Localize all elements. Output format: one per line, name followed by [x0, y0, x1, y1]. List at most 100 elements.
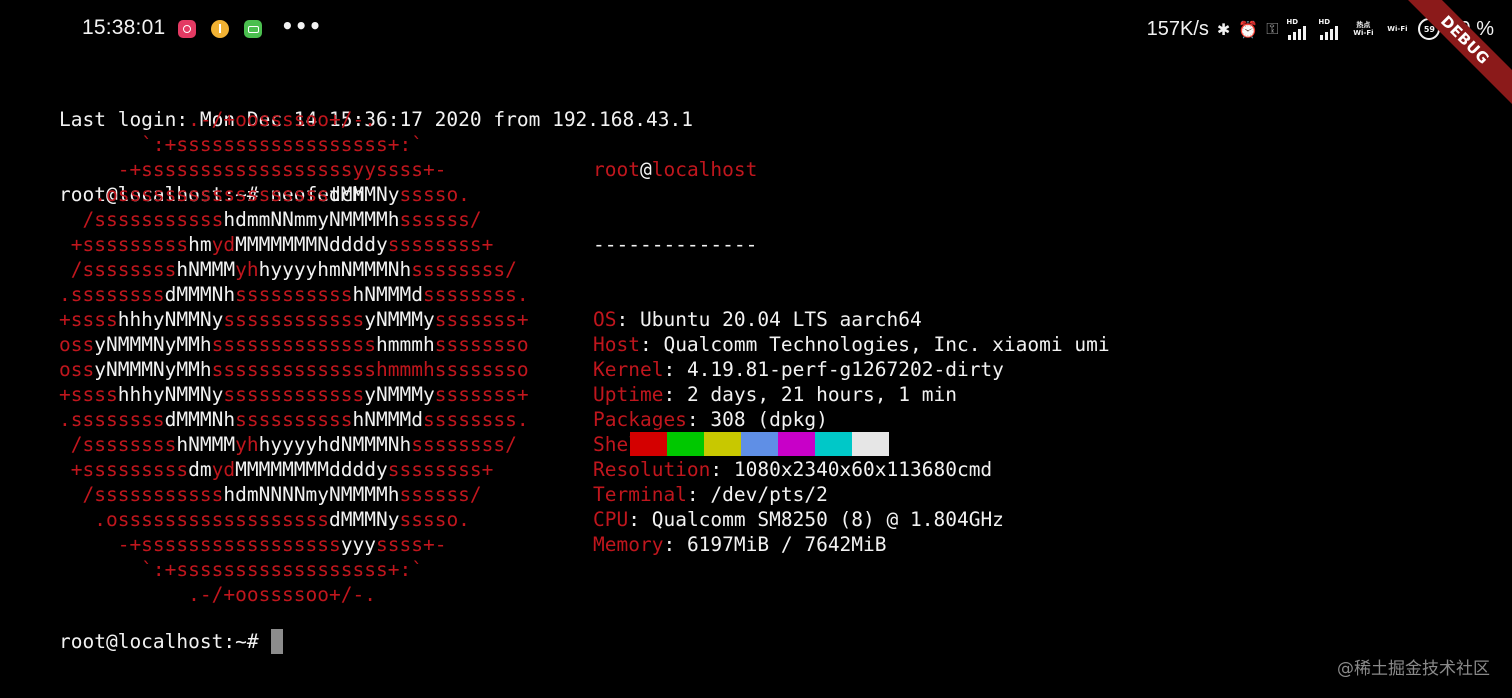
info-value: Ubuntu 20.04 LTS aarch64 [639, 308, 922, 331]
ascii-art-line: .ssssssssdMMMNhsssssssssshNMMMdssssssss. [59, 282, 529, 307]
watermark: @稀土掘金技术社区 [1337, 659, 1490, 679]
ascii-art-segment: ssssssss+ [387, 458, 494, 481]
network-speed: 157K/s [1146, 17, 1209, 40]
info-value: 308 (dpkg) [710, 408, 828, 431]
info-key: OS [593, 308, 617, 331]
ascii-art-segment: hNMMMd [352, 283, 423, 306]
info-separator: -------------- [593, 233, 758, 256]
palette-swatch [741, 432, 778, 456]
info-value: Qualcomm Technologies, Inc. xiaomi umi [663, 333, 1110, 356]
ascii-art-line: .-/+oossssoo+/-. [59, 107, 529, 132]
info-key: Kernel [593, 358, 664, 381]
info-colon: : [663, 533, 687, 556]
system-info: root@localhost -------------- OS: Ubuntu… [593, 107, 1110, 582]
ascii-art-segment: hdmmNNmmyNMMMMh [223, 208, 400, 231]
ascii-art-segment: /sssssssssss [59, 483, 224, 506]
info-value: /dev/pts/2 [710, 483, 828, 506]
ascii-art-line: ossyNMMMNyMMhsssssssssssssshmmmhssssssso [59, 332, 529, 357]
ascii-art-segment: hdmNNNNmyNMMMMh [223, 483, 400, 506]
ascii-art-segment: hyyyyhdNMMMNh [258, 433, 412, 456]
ascii-art-line: .ossssssssssssssssssdMMMNysssso. [59, 507, 529, 532]
terminal-prompt[interactable]: root@localhost:~# [59, 629, 283, 654]
info-field-cpu: CPU: Qualcomm SM8250 (8) @ 1.804GHz [593, 507, 1110, 532]
ascii-art-segment: sssssss+ [434, 383, 529, 406]
ascii-art-segment: hhhyNMMNy [117, 383, 224, 406]
info-value: Qualcomm SM8250 (8) @ 1.804GHz [651, 508, 1004, 531]
info-field-resolution: Resolution: 1080x2340x60x113680cmd [593, 457, 1110, 482]
info-colon: : [686, 408, 711, 431]
ascii-art-segment: -+sssssssssssssssss [59, 533, 341, 556]
ascii-art-segment: ssssssssssssss [211, 333, 377, 356]
ascii-art-line: `:+ssssssssssssssssss+:` [59, 557, 529, 582]
ascii-art-segment: yNMMMNyMMh [94, 358, 212, 381]
ascii-art-segment: .ossssssssssssssssss [59, 183, 330, 206]
ascii-art-segment: yNMMMy [364, 383, 435, 406]
ascii-art-line: +sssshhhyNMMNyssssssssssssyNMMMysssssss+ [59, 307, 529, 332]
ascii-art-segment: +sssssssss [59, 233, 189, 256]
info-value: 4.19.81-perf-g1267202-dirty [686, 358, 1004, 381]
ubuntu-ascii-logo: .-/+oossssoo+/-. `:+ssssssssssssssssss+:… [59, 107, 529, 607]
prompt-text: root@localhost:~# [59, 630, 259, 653]
key-icon: ⚿ [1266, 19, 1279, 38]
ascii-art-segment: MMMMMMMNddddy [235, 233, 388, 256]
ascii-art-line: /sssssssshNMMMyhhyyyyhmNMMMNhssssssss/ [59, 257, 529, 282]
ascii-art-segment: ssssssss/ [411, 258, 517, 281]
ascii-art-segment: +sssssssss [59, 458, 189, 481]
ascii-art-line: +sssshhhyNMMNyssssssssssssyNMMMysssssss+ [59, 382, 529, 407]
info-user: root [593, 158, 640, 181]
signal-1-hd: HD [1286, 18, 1299, 26]
ascii-art-segment: .-/+oossssoo+/-. [59, 108, 376, 131]
ascii-art-segment: sssssss+ [434, 308, 529, 331]
hotspot-wifi-icon: 热点 Wi-Fi [1353, 21, 1374, 37]
ascii-art-segment: yh [235, 433, 259, 456]
info-key: Terminal [593, 483, 687, 506]
ascii-art-segment: ssssssssss [235, 283, 353, 306]
ascii-art-segment: hNMMM [176, 433, 236, 456]
ascii-art-segment: /ssssssss [59, 433, 177, 456]
ascii-art-segment: `:+ssssssssssssssssss+:` [59, 133, 423, 156]
ascii-art-line: -+sssssssssssssssssyyyssss+- [59, 532, 529, 557]
ascii-art-segment: yyy [340, 533, 376, 556]
ascii-art-line: +ssssssssshmydMMMMMMMNddddyssssssss+ [59, 232, 529, 257]
status-time: 15:38:01 [82, 16, 166, 39]
palette-swatch [667, 432, 704, 456]
ascii-art-segment: oss [59, 333, 95, 356]
info-colon: : [663, 358, 687, 381]
ascii-art-segment: dm [188, 458, 212, 481]
ascii-art-segment: ssss+- [376, 533, 447, 556]
info-colon: : [686, 483, 711, 506]
ascii-art-segment: yd [211, 233, 236, 256]
ascii-art-segment: ssssssss+ [387, 233, 494, 256]
info-key: Memory [593, 533, 664, 556]
ascii-art-segment: ssssssssssss [223, 383, 365, 406]
status-bar: 15:38:01 ••• 157K/s ✱ ⏰ ⚿ HD HD 热点 Wi-Fi… [0, 0, 1512, 109]
ascii-art-line: .ssssssssdMMMNhsssssssssshNMMMdssssssss. [59, 407, 529, 432]
bluetooth-icon: ✱ [1216, 19, 1231, 39]
ascii-art-segment: .ssssssss [59, 283, 165, 306]
ascii-art-segment: ssssssssss [235, 408, 353, 431]
ascii-art-line: /ssssssssssshdmmNNmmyNMMMMhssssss/ [59, 207, 529, 232]
ascii-art-segment: yd [211, 458, 236, 481]
ascii-art-line: `:+ssssssssssssssssss+:` [59, 132, 529, 157]
info-colon: : [639, 333, 664, 356]
wifi-icon: Wi-Fi [1387, 25, 1408, 33]
ascii-art-segment: yh [235, 258, 259, 281]
color-palette [630, 432, 889, 456]
info-key: Packages [593, 408, 687, 431]
ascii-art-segment: +ssss [59, 383, 118, 406]
info-key: Host [593, 333, 640, 356]
ascii-art-segment: .-/+oossssoo+/-. [59, 583, 376, 606]
ascii-art-segment: sssssssssssssshmmmhssssssso [211, 358, 529, 381]
ascii-art-segment: hhhyNMMNy [117, 308, 224, 331]
info-colon: : [663, 383, 687, 406]
ascii-art-line: .ossssssssssssssssssdMMMNysssso. [59, 182, 529, 207]
palette-swatch [778, 432, 815, 456]
ascii-art-line: -+ssssssssssssssssssyyssss+- [59, 157, 529, 182]
ascii-art-segment: yNMMMNyMMh [94, 333, 212, 356]
info-field-uptime: Uptime: 2 days, 21 hours, 1 min [593, 382, 1110, 407]
ascii-art-segment: ssssss/ [399, 483, 482, 506]
info-key: CPU [593, 508, 629, 531]
user-host-line: root@localhost [593, 157, 1110, 182]
ascii-art-segment: ssssssss. [422, 408, 529, 431]
key-notification-icon [244, 20, 262, 38]
